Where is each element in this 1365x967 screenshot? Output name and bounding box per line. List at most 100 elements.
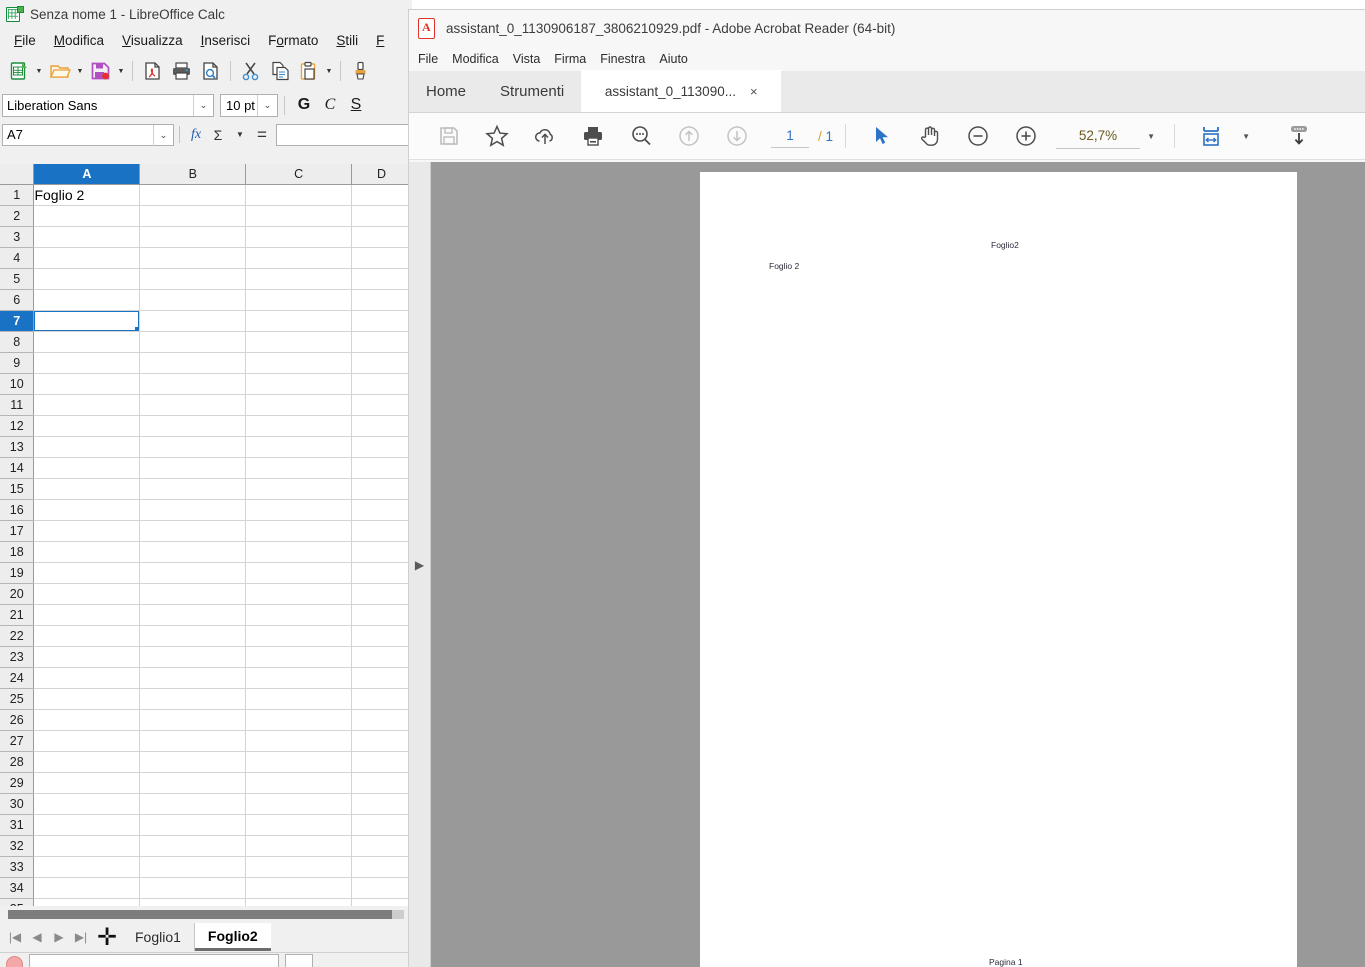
cell-a15[interactable] <box>33 478 141 500</box>
row-header-8[interactable]: 8 <box>0 331 35 353</box>
cell-b10[interactable] <box>139 373 247 395</box>
acrobat-menu-finestra[interactable]: Finestra <box>600 50 654 68</box>
cell-a28[interactable] <box>33 751 141 773</box>
row-header-24[interactable]: 24 <box>0 667 35 689</box>
font-size-dropdown-icon[interactable]: ⌄ <box>257 94 277 116</box>
cell-c29[interactable] <box>245 772 353 794</box>
cell-b4[interactable] <box>139 247 247 269</box>
row-header-32[interactable]: 32 <box>0 835 35 857</box>
cell-d24[interactable] <box>351 667 412 689</box>
menu-visualizza[interactable]: Visualizza <box>113 31 192 50</box>
cell-c22[interactable] <box>245 625 353 647</box>
cell-a33[interactable] <box>33 856 141 878</box>
cell-c27[interactable] <box>245 730 353 752</box>
cell-c2[interactable] <box>245 205 353 227</box>
row-header-2[interactable]: 2 <box>0 205 35 227</box>
cell-a5[interactable] <box>33 268 141 290</box>
cell-b31[interactable] <box>139 814 247 836</box>
row-header-1[interactable]: 1 <box>0 184 35 206</box>
cell-c4[interactable] <box>245 247 353 269</box>
cell-d20[interactable] <box>351 583 412 605</box>
font-name-input[interactable]: Liberation Sans ⌄ <box>2 93 214 117</box>
row-header-33[interactable]: 33 <box>0 856 35 878</box>
row-header-28[interactable]: 28 <box>0 751 35 773</box>
fill-handle[interactable] <box>135 326 139 330</box>
row-header-35[interactable]: 35 <box>0 898 35 906</box>
close-icon[interactable]: × <box>750 84 758 99</box>
fit-page-dropdown-icon[interactable]: ▼ <box>1235 132 1257 141</box>
cell-d30[interactable] <box>351 793 412 815</box>
row-header-16[interactable]: 16 <box>0 499 35 521</box>
upload-cloud-icon[interactable] <box>521 116 569 156</box>
font-size-input[interactable]: 10 pt ⌄ <box>220 93 278 117</box>
row-header-13[interactable]: 13 <box>0 436 35 458</box>
search-icon[interactable] <box>617 116 665 156</box>
save-icon[interactable] <box>86 57 115 86</box>
scrollbar-thumb[interactable] <box>8 909 393 919</box>
cell-c26[interactable] <box>245 709 353 731</box>
previous-page-icon[interactable] <box>665 116 713 156</box>
cell-a12[interactable] <box>33 415 141 437</box>
cell-d18[interactable] <box>351 541 412 563</box>
menu-formato[interactable]: Formato <box>259 31 327 50</box>
print-icon[interactable] <box>167 57 196 86</box>
copy-icon[interactable] <box>265 57 294 86</box>
open-dropdown-icon[interactable]: ▼ <box>74 57 86 86</box>
cell-a11[interactable] <box>33 394 141 416</box>
star-icon[interactable] <box>473 116 521 156</box>
cell-a7[interactable] <box>33 310 141 332</box>
cell-b28[interactable] <box>139 751 247 773</box>
scrollbar-track[interactable] <box>8 909 404 919</box>
cell-c19[interactable] <box>245 562 353 584</box>
row-header-10[interactable]: 10 <box>0 373 35 395</box>
cell-b27[interactable] <box>139 730 247 752</box>
cell-b19[interactable] <box>139 562 247 584</box>
cell-d35[interactable] <box>351 898 412 906</box>
zoom-level-input[interactable]: 52,7% <box>1056 123 1141 149</box>
cell-c33[interactable] <box>245 856 353 878</box>
formula-input-line[interactable] <box>276 123 410 146</box>
cell-d7[interactable] <box>351 310 412 332</box>
cell-a25[interactable] <box>33 688 141 710</box>
cell-b26[interactable] <box>139 709 247 731</box>
cell-a34[interactable] <box>33 877 141 899</box>
cell-c18[interactable] <box>245 541 353 563</box>
cell-a13[interactable] <box>33 436 141 458</box>
fit-page-icon[interactable] <box>1187 116 1235 156</box>
column-header-b[interactable]: B <box>139 164 247 185</box>
cell-c16[interactable] <box>245 499 353 521</box>
cell-d10[interactable] <box>351 373 412 395</box>
cell-b3[interactable] <box>139 226 247 248</box>
cell-b24[interactable] <box>139 667 247 689</box>
row-header-26[interactable]: 26 <box>0 709 35 731</box>
print-preview-icon[interactable] <box>196 57 225 86</box>
cell-c6[interactable] <box>245 289 353 311</box>
add-sheet-icon[interactable]: ✛ <box>92 924 122 951</box>
menu-stili[interactable]: Stili <box>327 31 367 50</box>
cell-b22[interactable] <box>139 625 247 647</box>
clone-formatting-icon[interactable] <box>346 57 375 86</box>
row-header-15[interactable]: 15 <box>0 478 35 500</box>
chevron-down-icon[interactable]: ▼ <box>1140 132 1162 141</box>
cell-c1[interactable] <box>245 184 353 206</box>
row-header-29[interactable]: 29 <box>0 772 35 794</box>
cell-c12[interactable] <box>245 415 353 437</box>
cell-a6[interactable] <box>33 289 141 311</box>
spreadsheet-grid[interactable]: A B C D 1 Foglio 2 2 3 4 5 6 7 8 9 10 11 12 13 14 15 16 1… <box>0 164 412 906</box>
sheet-tab-foglio1[interactable]: Foglio1 <box>122 923 195 951</box>
chevron-down-icon[interactable]: ▼ <box>229 124 251 146</box>
name-box[interactable]: A7 ⌄ <box>2 123 174 146</box>
cell-d31[interactable] <box>351 814 412 836</box>
cell-b6[interactable] <box>139 289 247 311</box>
row-header-23[interactable]: 23 <box>0 646 35 668</box>
cell-d25[interactable] <box>351 688 412 710</box>
navigation-pane-rail[interactable]: ▶ <box>409 162 431 967</box>
cell-a9[interactable] <box>33 352 141 374</box>
cell-c13[interactable] <box>245 436 353 458</box>
cell-a27[interactable] <box>33 730 141 752</box>
cell-c31[interactable] <box>245 814 353 836</box>
row-header-12[interactable]: 12 <box>0 415 35 437</box>
row-header-31[interactable]: 31 <box>0 814 35 836</box>
cell-a20[interactable] <box>33 583 141 605</box>
cell-b32[interactable] <box>139 835 247 857</box>
